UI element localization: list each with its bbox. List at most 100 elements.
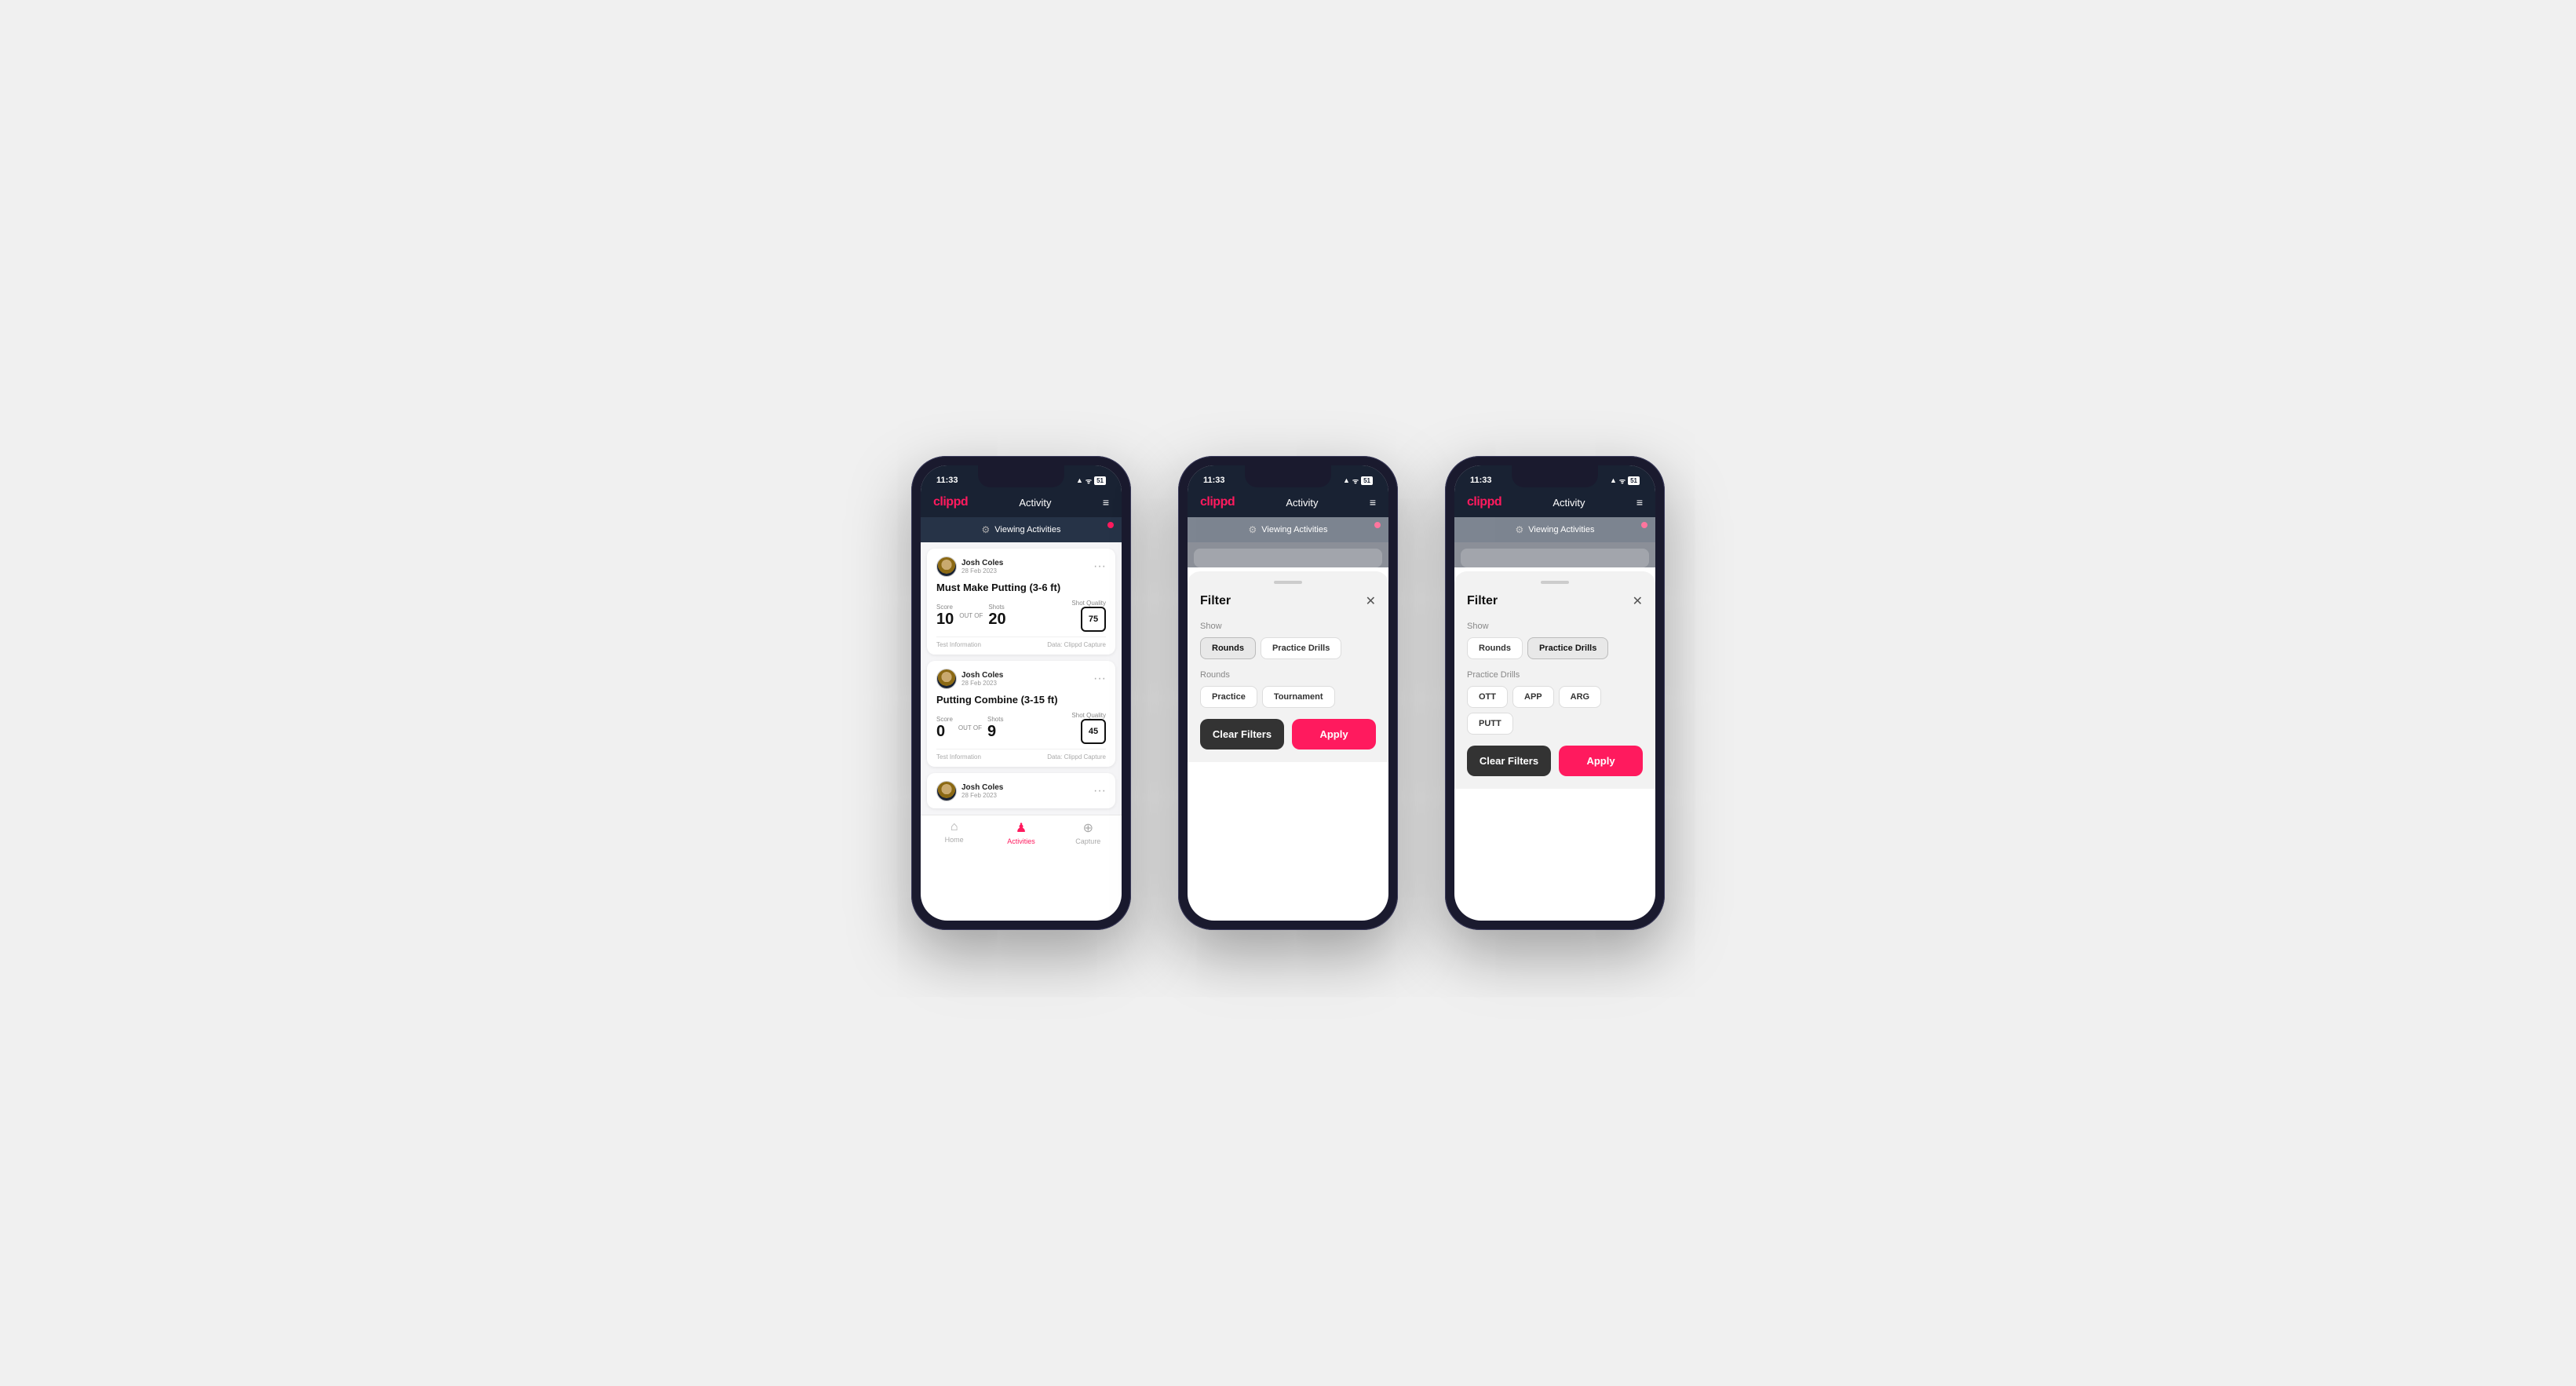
filter-footer-3: Clear Filters Apply	[1467, 746, 1643, 776]
signal-icon-1: ▲	[1076, 476, 1083, 484]
bg-cards-stub-3	[1454, 542, 1655, 567]
rounds-options-2: Practice Tournament	[1200, 686, 1376, 708]
more-dots-1[interactable]: ···	[1093, 560, 1106, 573]
card-header-2: Josh Coles 28 Feb 2023 ···	[936, 669, 1106, 689]
signal-icon-3: ▲	[1610, 476, 1617, 484]
status-time-3: 11:33	[1470, 476, 1492, 485]
battery-icon-1: 51	[1094, 476, 1106, 485]
show-rounds-btn-3[interactable]: Rounds	[1467, 637, 1523, 659]
nav-capture-1[interactable]: ⊕ Capture	[1055, 820, 1122, 845]
phone-3-screen: 11:33 ▲ ᯤ 51 clippd Activity ≡ ⚙ Viewing…	[1454, 465, 1655, 921]
score-label-1: Score	[936, 604, 954, 611]
activity-card-2[interactable]: Josh Coles 28 Feb 2023 ··· Putting Combi…	[927, 661, 1115, 767]
rounds-section-2: Rounds Practice Tournament	[1200, 670, 1376, 708]
user-info-2: Josh Coles 28 Feb 2023	[961, 671, 1003, 687]
nav-home-label-1: Home	[945, 836, 964, 844]
status-time-2: 11:33	[1203, 476, 1225, 485]
out-of-2: OUT OF	[958, 724, 982, 731]
quality-label-2: Shot Quality	[1071, 712, 1106, 719]
score-value-2: 0	[936, 723, 953, 741]
logo-2: clippd	[1200, 495, 1235, 509]
user-info-3: Josh Coles 28 Feb 2023	[961, 783, 1003, 799]
viewing-dot-1	[1107, 522, 1114, 528]
tournament-round-btn-2[interactable]: Tournament	[1262, 686, 1335, 708]
show-label-3: Show	[1467, 622, 1643, 631]
viewing-bar-bg-3: ⚙ Viewing Activities	[1454, 517, 1655, 542]
activity-card-1[interactable]: Josh Coles 28 Feb 2023 ··· Must Make Put…	[927, 549, 1115, 655]
bg-stub-3a	[1461, 549, 1649, 567]
bg-stub-2a	[1194, 549, 1382, 567]
arg-btn-3[interactable]: ARG	[1559, 686, 1601, 708]
practice-round-btn-2[interactable]: Practice	[1200, 686, 1257, 708]
shots-label-1: Shots	[988, 604, 1005, 611]
more-dots-2[interactable]: ···	[1093, 673, 1106, 685]
avatar-3	[936, 781, 957, 801]
card-user-2: Josh Coles 28 Feb 2023	[936, 669, 1003, 689]
user-name-3: Josh Coles	[961, 783, 1003, 792]
avatar-2	[936, 669, 957, 689]
battery-icon-3: 51	[1628, 476, 1640, 485]
practice-section-3: Practice Drills OTT APP ARG PUTT	[1467, 670, 1643, 735]
wifi-icon-3: ᯤ	[1619, 476, 1626, 486]
header-title-3: Activity	[1553, 497, 1585, 509]
user-date-2: 28 Feb 2023	[961, 680, 1003, 687]
menu-icon-2[interactable]: ≡	[1370, 496, 1376, 509]
status-icons-1: ▲ ᯤ 51	[1076, 476, 1106, 486]
filter-footer-2: Clear Filters Apply	[1200, 719, 1376, 750]
close-btn-3[interactable]: ✕	[1633, 593, 1643, 609]
app-header-1: clippd Activity ≡	[921, 491, 1122, 517]
home-icon-1: ⌂	[950, 820, 958, 834]
viewing-bar-bg-2: ⚙ Viewing Activities	[1188, 517, 1388, 542]
phone-2-screen: 11:33 ▲ ᯤ 51 clippd Activity ≡ ⚙ Viewing…	[1188, 465, 1388, 921]
filter-handle-2	[1274, 581, 1302, 584]
filter-title-row-2: Filter ✕	[1200, 593, 1376, 609]
app-header-3: clippd Activity ≡	[1454, 491, 1655, 517]
card-stats-2: Score 0 OUT OF Shots 9 Shot Quality 45	[936, 712, 1106, 744]
viewing-bar-text-bg-3: Viewing Activities	[1528, 525, 1594, 534]
notch-3	[1512, 465, 1598, 487]
show-practice-btn-3[interactable]: Practice Drills	[1527, 637, 1608, 659]
card-footer-1: Test Information Data: Clippd Capture	[936, 636, 1106, 648]
show-rounds-btn-2[interactable]: Rounds	[1200, 637, 1256, 659]
more-dots-3[interactable]: ···	[1093, 785, 1106, 797]
nav-home-1[interactable]: ⌂ Home	[921, 820, 987, 845]
app-btn-3[interactable]: APP	[1512, 686, 1554, 708]
phone-2: 11:33 ▲ ᯤ 51 clippd Activity ≡ ⚙ Viewing…	[1178, 456, 1398, 930]
avatar-1	[936, 556, 957, 577]
activity-card-3[interactable]: Josh Coles 28 Feb 2023 ···	[927, 773, 1115, 808]
ott-btn-3[interactable]: OTT	[1467, 686, 1508, 708]
header-title-2: Activity	[1286, 497, 1318, 509]
clear-filters-btn-3[interactable]: Clear Filters	[1467, 746, 1551, 776]
status-time-1: 11:33	[936, 476, 958, 485]
nav-activities-1[interactable]: ♟ Activities	[987, 820, 1054, 845]
user-name-2: Josh Coles	[961, 671, 1003, 680]
putt-btn-3[interactable]: PUTT	[1467, 713, 1513, 735]
capture-icon-1: ⊕	[1083, 820, 1093, 836]
phone-3: 11:33 ▲ ᯤ 51 clippd Activity ≡ ⚙ Viewing…	[1445, 456, 1665, 930]
card-title-1: Must Make Putting (3-6 ft)	[936, 582, 1106, 593]
score-value-1: 10	[936, 611, 954, 629]
show-practice-btn-2[interactable]: Practice Drills	[1261, 637, 1341, 659]
menu-icon-3[interactable]: ≡	[1636, 496, 1643, 509]
status-icons-3: ▲ ᯤ 51	[1610, 476, 1640, 486]
card-user-3: Josh Coles 28 Feb 2023	[936, 781, 1003, 801]
clear-filters-btn-2[interactable]: Clear Filters	[1200, 719, 1284, 750]
activities-scroll-1: Josh Coles 28 Feb 2023 ··· Must Make Put…	[921, 542, 1122, 815]
status-icons-2: ▲ ᯤ 51	[1343, 476, 1373, 486]
filter-sheet-3: Filter ✕ Show Rounds Practice Drills Pra…	[1454, 571, 1655, 789]
quality-badge-1: 75	[1081, 607, 1106, 632]
quality-badge-2: 45	[1081, 719, 1106, 744]
wifi-icon-1: ᯤ	[1085, 476, 1092, 486]
practice-label-3: Practice Drills	[1467, 670, 1643, 680]
card-footer-2: Test Information Data: Clippd Capture	[936, 749, 1106, 760]
card-header-1: Josh Coles 28 Feb 2023 ···	[936, 556, 1106, 577]
user-info-1: Josh Coles 28 Feb 2023	[961, 559, 1003, 574]
show-options-2: Rounds Practice Drills	[1200, 637, 1376, 659]
apply-btn-2[interactable]: Apply	[1292, 719, 1376, 750]
menu-icon-1[interactable]: ≡	[1103, 496, 1109, 509]
nav-capture-label-1: Capture	[1075, 837, 1100, 845]
apply-btn-3[interactable]: Apply	[1559, 746, 1643, 776]
close-btn-2[interactable]: ✕	[1366, 593, 1376, 609]
viewing-bar-1[interactable]: ⚙ Viewing Activities	[921, 517, 1122, 542]
filter-title-2: Filter	[1200, 594, 1231, 608]
